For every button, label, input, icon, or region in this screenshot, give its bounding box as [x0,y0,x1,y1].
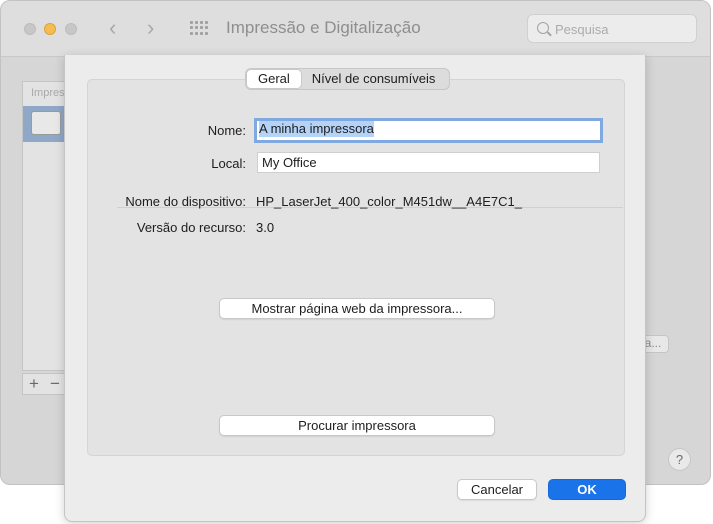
printer-settings-sheet: Nome: A minha impressora Local: My Offic… [64,55,646,522]
name-field[interactable]: A minha impressora [254,118,603,143]
close-window-button[interactable] [24,23,36,35]
location-field[interactable]: My Office [257,152,600,173]
device-name-label: Nome do dispositivo: [125,194,246,209]
tab-panel: Nome: A minha impressora Local: My Offic… [87,79,625,456]
forward-arrow-icon[interactable]: › [147,15,154,41]
printer-list[interactable]: Impres [22,81,66,371]
tab-general[interactable]: Geral [246,69,302,89]
location-field-value: My Office [262,155,317,170]
minimize-window-button[interactable] [44,23,56,35]
zoom-window-button[interactable] [65,23,77,35]
name-label: Nome: [207,123,246,138]
remove-printer-button[interactable]: − [50,374,60,394]
name-field-value: A minha impressora [259,121,374,137]
device-name-value: HP_LaserJet_400_color_M451dw__A4E7C1_ [256,194,522,209]
title-bar: ‹ › Impressão e Digitalização [1,1,710,57]
printer-list-header: Impres [31,87,65,99]
show-printer-webpage-button[interactable]: Mostrar página web da impressora... [219,298,495,319]
location-label: Local: [211,156,246,171]
show-all-grid-icon[interactable] [190,21,208,35]
tab-supply-levels[interactable]: Nível de consumíveis [302,69,450,89]
window-title: Impressão e Digitalização [226,18,421,37]
driver-version-label: Versão do recurso: [136,220,246,235]
search-field[interactable] [527,14,697,43]
add-printer-button[interactable]: + [29,374,39,394]
cancel-button[interactable]: Cancelar [457,479,537,500]
printer-list-item-selected[interactable] [23,106,66,142]
find-printer-button[interactable]: Procurar impressora [219,415,495,436]
printer-icon [31,111,61,135]
help-button[interactable]: ? [668,448,691,471]
tab-control: Geral Nível de consumíveis [245,68,451,90]
search-icon [537,22,549,34]
search-input[interactable] [555,20,690,38]
back-arrow-icon[interactable]: ‹ [109,15,116,41]
driver-version-value: 3.0 [256,220,275,235]
ok-button[interactable]: OK [548,479,626,500]
printer-list-toolbar: + − [22,373,66,395]
